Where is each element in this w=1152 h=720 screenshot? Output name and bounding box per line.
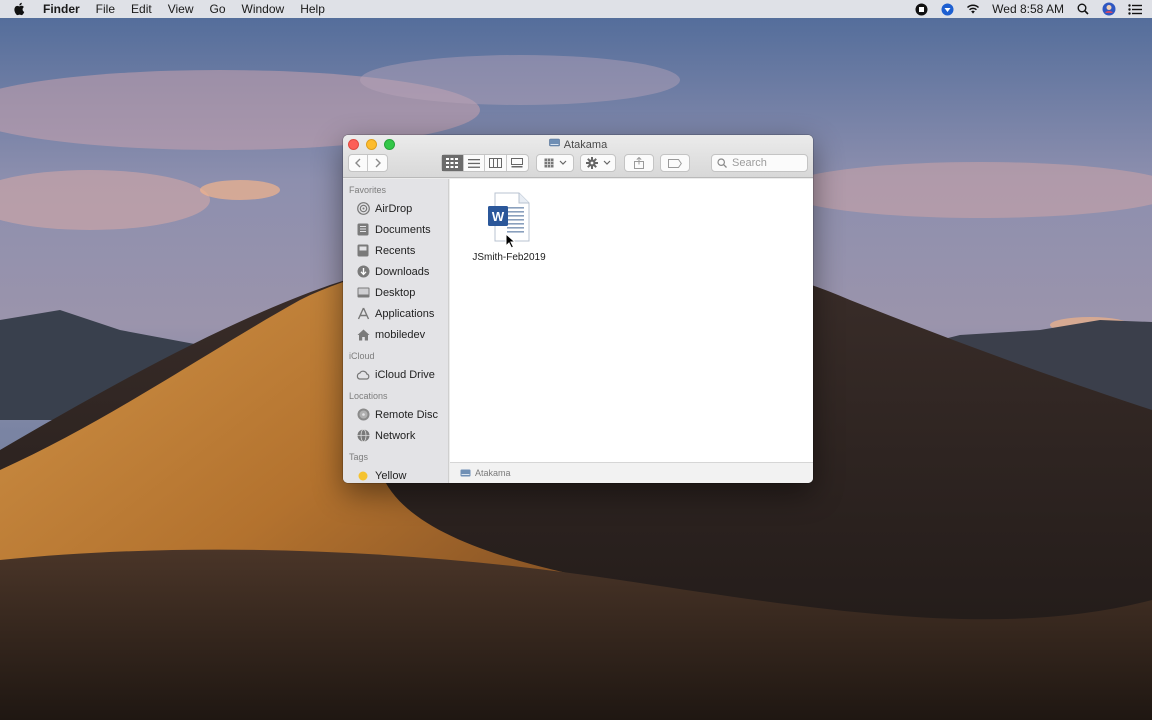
column-view-button[interactable]	[485, 155, 507, 171]
sidebar-item-icloud-drive[interactable]: iCloud Drive	[343, 364, 448, 385]
gear-icon	[585, 157, 598, 169]
sidebar-item-label: Remote Disc	[375, 408, 438, 421]
sidebar-item-remote-disc[interactable]: Remote Disc	[343, 404, 448, 425]
cloud-icon	[356, 368, 370, 382]
airdrop-icon	[356, 202, 370, 216]
home-icon	[356, 328, 370, 342]
menu-help[interactable]: Help	[300, 0, 325, 18]
desktop-icon	[356, 286, 370, 300]
sidebar-item-applications[interactable]: Applications	[343, 303, 448, 324]
sidebar-item-label: Downloads	[375, 265, 430, 278]
applications-icon	[356, 307, 370, 321]
view-mode-control	[441, 154, 529, 172]
icon-view-button[interactable]	[442, 155, 464, 171]
tags-button[interactable]	[660, 154, 690, 172]
sidebar-item-desktop[interactable]: Desktop	[343, 282, 448, 303]
wifi-icon[interactable]	[966, 2, 980, 16]
sidebar-item-label: Network	[375, 429, 416, 442]
sidebar-item-tag-yellow[interactable]: Yellow	[343, 465, 448, 483]
icon-grid-icon	[446, 158, 459, 168]
sidebar: Favorites AirDrop Documents Recents Down…	[343, 179, 449, 483]
sidebar-item-label: Applications	[375, 307, 435, 320]
chevron-down-icon	[603, 160, 610, 165]
sidebar-header-favorites: Favorites	[349, 185, 387, 195]
gallery-view-button[interactable]	[507, 155, 528, 171]
search-placeholder: Search	[732, 157, 767, 169]
sidebar-item-label: mobiledev	[375, 328, 426, 341]
columns-icon	[488, 158, 502, 168]
user-icon[interactable]	[1102, 2, 1116, 16]
apple-icon[interactable]	[14, 2, 27, 16]
tag-icon	[668, 158, 682, 168]
sidebar-item-label: iCloud Drive	[375, 368, 435, 381]
gallery-icon	[511, 158, 524, 168]
sidebar-item-network[interactable]: Network	[343, 425, 448, 446]
sidebar-item-label: Desktop	[375, 286, 416, 299]
finder-window: Atakama Search Favorites AirDrop Documen…	[343, 135, 813, 483]
path-bar: Atakama	[450, 462, 813, 483]
yellow-tag-icon	[356, 469, 370, 483]
sidebar-item-label: AirDrop	[375, 202, 413, 215]
network-icon	[356, 429, 370, 443]
window-toolbar: Atakama Search	[343, 135, 813, 178]
group-by-button[interactable]	[536, 154, 574, 172]
menu-window[interactable]: Window	[242, 0, 285, 18]
back-button[interactable]	[349, 155, 369, 171]
vpn-icon[interactable]	[940, 2, 954, 16]
menu-app-finder[interactable]: Finder	[43, 0, 80, 18]
menu-edit[interactable]: Edit	[131, 0, 152, 18]
sidebar-item-label: Documents	[375, 223, 431, 236]
chevron-down-icon	[559, 160, 566, 165]
list-view-button[interactable]	[464, 155, 485, 171]
sidebar-item-documents[interactable]: Documents	[343, 219, 448, 240]
file-name: JSmith-Feb2019	[472, 252, 546, 263]
svg-text:W: W	[492, 209, 505, 224]
list-icon[interactable]	[1128, 2, 1142, 16]
status-area: Wed 8:58 AM	[914, 0, 1142, 18]
sidebar-item-mobiledev[interactable]: mobiledev	[343, 324, 448, 345]
search-icon[interactable]	[1076, 2, 1090, 16]
file-browser-area: W JSmith-Feb2019	[450, 179, 813, 462]
mouse-cursor-icon	[505, 233, 517, 249]
sidebar-item-label: Yellow	[375, 469, 407, 482]
record-icon[interactable]	[914, 2, 928, 16]
file-item[interactable]: W JSmith-Feb2019	[464, 191, 554, 263]
action-button[interactable]	[580, 154, 616, 172]
list-view-icon	[467, 158, 480, 168]
window-title-text: Atakama	[563, 138, 608, 151]
recents-icon	[356, 244, 370, 258]
group-grid-icon	[543, 158, 554, 168]
downloads-icon	[356, 265, 370, 279]
window-title: Atakama	[343, 138, 813, 151]
share-icon	[634, 157, 644, 169]
menu-file[interactable]: File	[96, 0, 115, 18]
sidebar-header-locations: Locations	[349, 391, 388, 401]
path-bar-label[interactable]: Atakama	[475, 468, 511, 478]
sidebar-item-downloads[interactable]: Downloads	[343, 261, 448, 282]
search-icon	[717, 158, 727, 168]
chevron-left-icon	[355, 158, 361, 168]
sidebar-item-label: Recents	[375, 244, 416, 257]
drive-icon	[460, 469, 471, 476]
chevron-right-icon	[375, 158, 381, 168]
nav-buttons	[348, 154, 388, 172]
documents-icon	[356, 223, 370, 237]
menu-bar: Finder File Edit View Go Window Help Wed…	[0, 0, 1152, 18]
forward-button[interactable]	[368, 155, 387, 171]
sidebar-item-airdrop[interactable]: AirDrop	[343, 198, 448, 219]
sidebar-header-tags: Tags	[349, 452, 369, 462]
menu-go[interactable]: Go	[210, 0, 226, 18]
search-field[interactable]: Search	[711, 154, 808, 172]
menu-view[interactable]: View	[168, 0, 194, 18]
share-button[interactable]	[624, 154, 654, 172]
sidebar-item-recents[interactable]: Recents	[343, 240, 448, 261]
drive-icon	[548, 138, 560, 151]
disc-icon	[356, 408, 370, 422]
menubar-clock[interactable]: Wed 8:58 AM	[992, 2, 1064, 16]
sidebar-header-icloud: iCloud	[349, 351, 375, 361]
